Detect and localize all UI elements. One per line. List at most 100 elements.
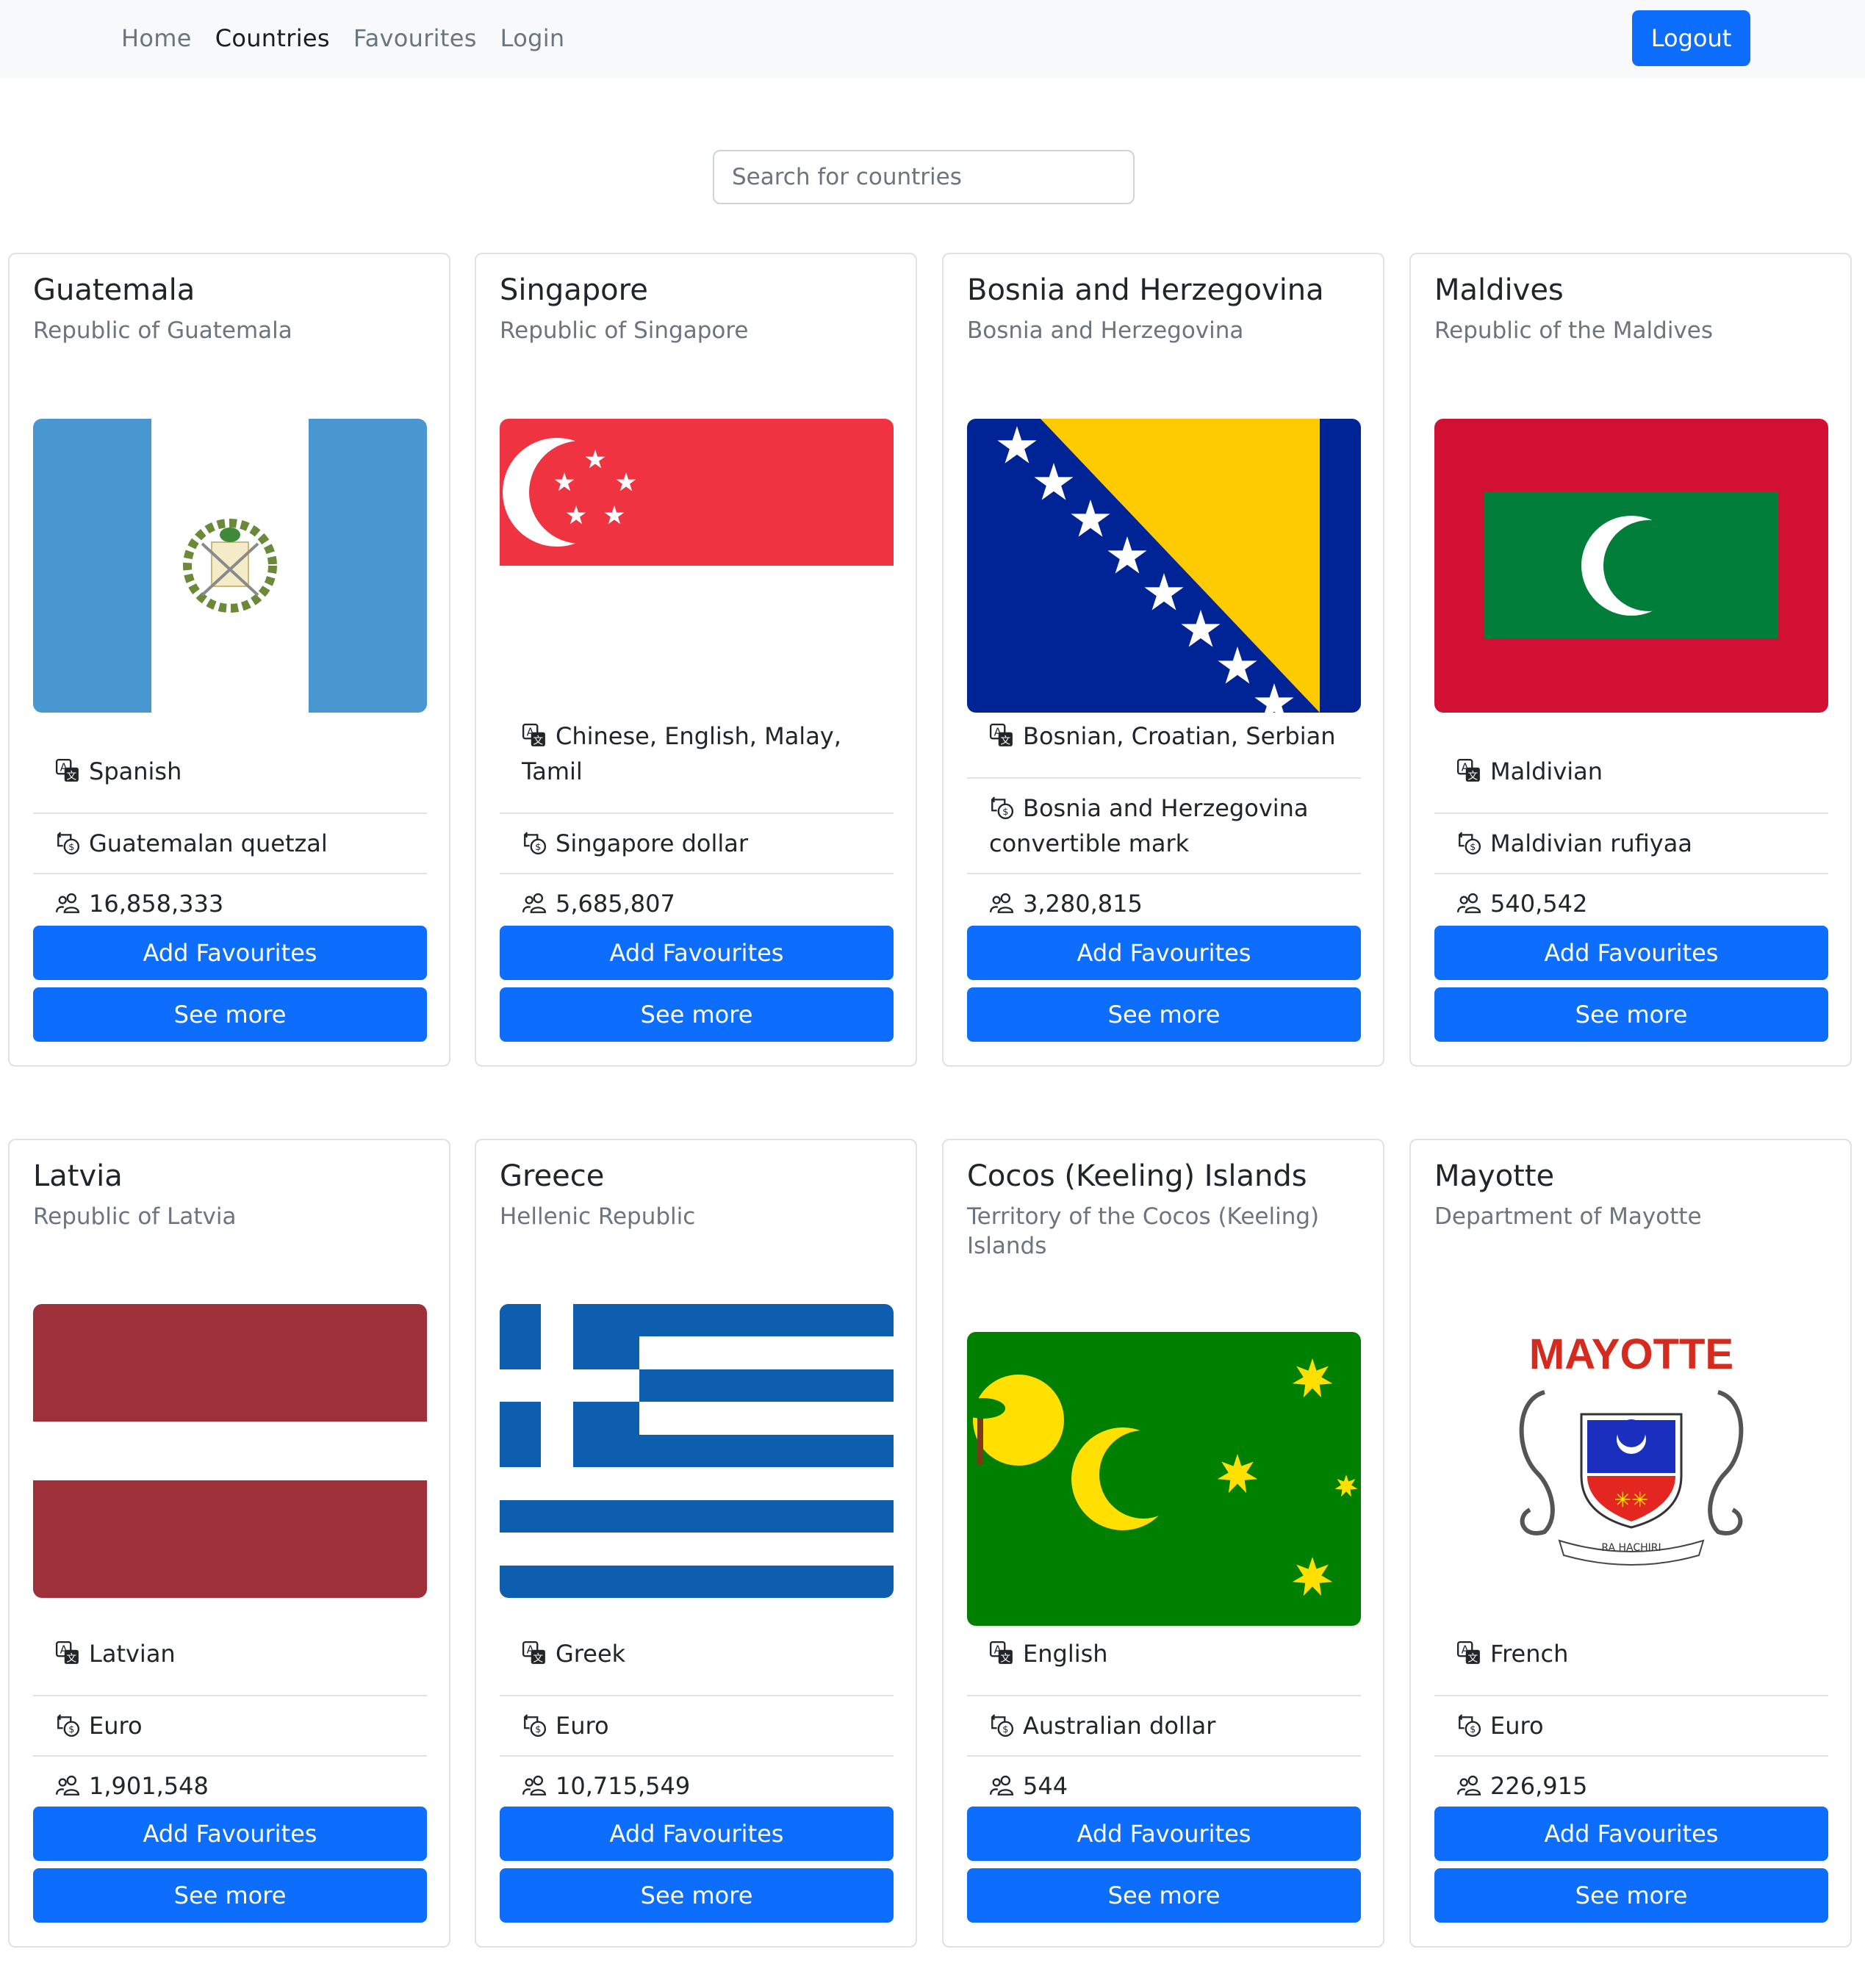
see-more-button[interactable]: See more [500,1868,894,1923]
flag-image [967,419,1361,713]
flag-image [33,419,427,713]
translate-icon [522,1641,547,1665]
country-name: Latvia [33,1159,123,1193]
see-more-button[interactable]: See more [33,1868,427,1923]
country-official-name: Department of Mayotte [1434,1203,1702,1230]
see-more-button[interactable]: See more [1434,987,1828,1042]
add-favourites-button[interactable]: Add Favourites [500,926,894,980]
country-card-maldives: Maldives Republic of the Maldives Maldiv… [1409,253,1852,1067]
people-icon [989,890,1014,915]
population-value: 544 [1023,1772,1068,1800]
currency-value: Bosnia and Herzegovina convertible mark [989,794,1309,857]
add-favourites-button[interactable]: Add Favourites [500,1807,894,1861]
see-more-button[interactable]: See more [500,987,894,1042]
translate-icon [1456,758,1481,783]
population-row: 1,901,548 [33,1757,427,1808]
population-row: 3,280,815 [967,874,1361,926]
see-more-button[interactable]: See more [1434,1868,1828,1923]
languages-row: Latvian [33,1636,427,1696]
svg-text:✳✳: ✳✳ [1614,1488,1649,1512]
people-icon [55,1773,80,1798]
languages-row: Bosnian, Croatian, Serbian [967,719,1361,779]
people-icon [1456,890,1481,915]
population-row: 5,685,807 [500,874,894,926]
country-official-name: Republic of Guatemala [33,317,292,344]
navbar: Home Countries Favourites Login Logout [0,0,1865,79]
languages-row: Maldivian [1434,754,1828,814]
nav-links: Home Countries Favourites Login [121,0,589,76]
translate-icon [1456,1641,1481,1665]
languages-row: French [1434,1636,1828,1696]
country-card-greece: Greece Hellenic Republic Greek Euro 10,7… [475,1139,917,1948]
languages-row: English [967,1636,1361,1696]
population-value: 1,901,548 [89,1772,209,1800]
currency-row: Euro [500,1696,894,1757]
currency-row: Euro [33,1696,427,1757]
flag-image [1434,419,1828,713]
logout-button[interactable]: Logout [1632,10,1750,66]
population-value: 226,915 [1490,1772,1588,1800]
search-input[interactable] [713,150,1135,204]
population-row: 10,715,549 [500,1757,894,1808]
currency-value: Euro [556,1712,609,1740]
add-favourites-button[interactable]: Add Favourites [1434,926,1828,980]
languages-value: English [1023,1640,1108,1668]
currency-value: Euro [89,1712,143,1740]
people-icon [522,890,547,915]
nav-link-login[interactable]: Login [500,24,565,52]
currency-row: Euro [1434,1696,1828,1757]
currency-exchange-icon [522,1713,547,1737]
country-name: Greece [500,1159,605,1193]
add-favourites-button[interactable]: Add Favourites [1434,1807,1828,1861]
currency-value: Guatemalan quetzal [89,829,328,857]
country-name: Bosnia and Herzegovina [967,273,1324,307]
country-card-singapore: Singapore Republic of Singapore Chinese,… [475,253,917,1067]
add-favourites-button[interactable]: Add Favourites [33,1807,427,1861]
nav-link-countries[interactable]: Countries [215,24,330,52]
currency-exchange-icon [55,1713,80,1737]
nav-link-home[interactable]: Home [121,24,192,52]
country-official-name: Republic of the Maldives [1434,317,1714,344]
population-row: 16,858,333 [33,874,427,926]
see-more-button[interactable]: See more [967,987,1361,1042]
flag-image: MAYOTTE ✳✳ RA HACHIRI [1434,1304,1828,1598]
flag-image [967,1332,1361,1626]
translate-icon [989,1641,1014,1665]
svg-text:RA HACHIRI: RA HACHIRI [1601,1542,1661,1554]
population-row: 544 [967,1757,1361,1808]
currency-value: Singapore dollar [556,829,749,857]
population-row: 226,915 [1434,1757,1828,1808]
country-card-guatemala: Guatemala Republic of Guatemala Spanish … [8,253,450,1067]
languages-value: Spanish [89,757,182,785]
nav-link-favourites[interactable]: Favourites [353,24,477,52]
see-more-button[interactable]: See more [967,1868,1361,1923]
languages-row: Spanish [33,754,427,814]
country-card-cocos-keeling-islands: Cocos (Keeling) Islands Territory of the… [942,1139,1384,1948]
population-row: 540,542 [1434,874,1828,926]
currency-value: Maldivian rufiyaa [1490,829,1692,857]
languages-value: Latvian [89,1640,176,1668]
country-name: Mayotte [1434,1159,1555,1193]
add-favourites-button[interactable]: Add Favourites [33,926,427,980]
languages-value: Bosnian, Croatian, Serbian [1023,722,1336,750]
see-more-button[interactable]: See more [33,987,427,1042]
country-card-latvia: Latvia Republic of Latvia Latvian Euro 1… [8,1139,450,1948]
country-name: Singapore [500,273,648,307]
currency-value: Australian dollar [1023,1712,1216,1740]
flag-image [500,419,894,713]
currency-row: Singapore dollar [500,814,894,874]
population-value: 5,685,807 [556,890,675,918]
country-official-name: Territory of the Cocos (Keeling) Islands [967,1203,1320,1259]
population-value: 540,542 [1490,890,1588,918]
population-value: 3,280,815 [1023,890,1143,918]
translate-icon [522,723,547,748]
country-official-name: Hellenic Republic [500,1203,696,1230]
country-name: Guatemala [33,273,195,307]
people-icon [1456,1773,1481,1798]
country-name: Maldives [1434,273,1564,307]
add-favourites-button[interactable]: Add Favourites [967,926,1361,980]
country-official-name: Bosnia and Herzegovina [967,317,1244,344]
currency-exchange-icon [55,830,80,855]
add-favourites-button[interactable]: Add Favourites [967,1807,1361,1861]
currency-exchange-icon [989,795,1014,820]
